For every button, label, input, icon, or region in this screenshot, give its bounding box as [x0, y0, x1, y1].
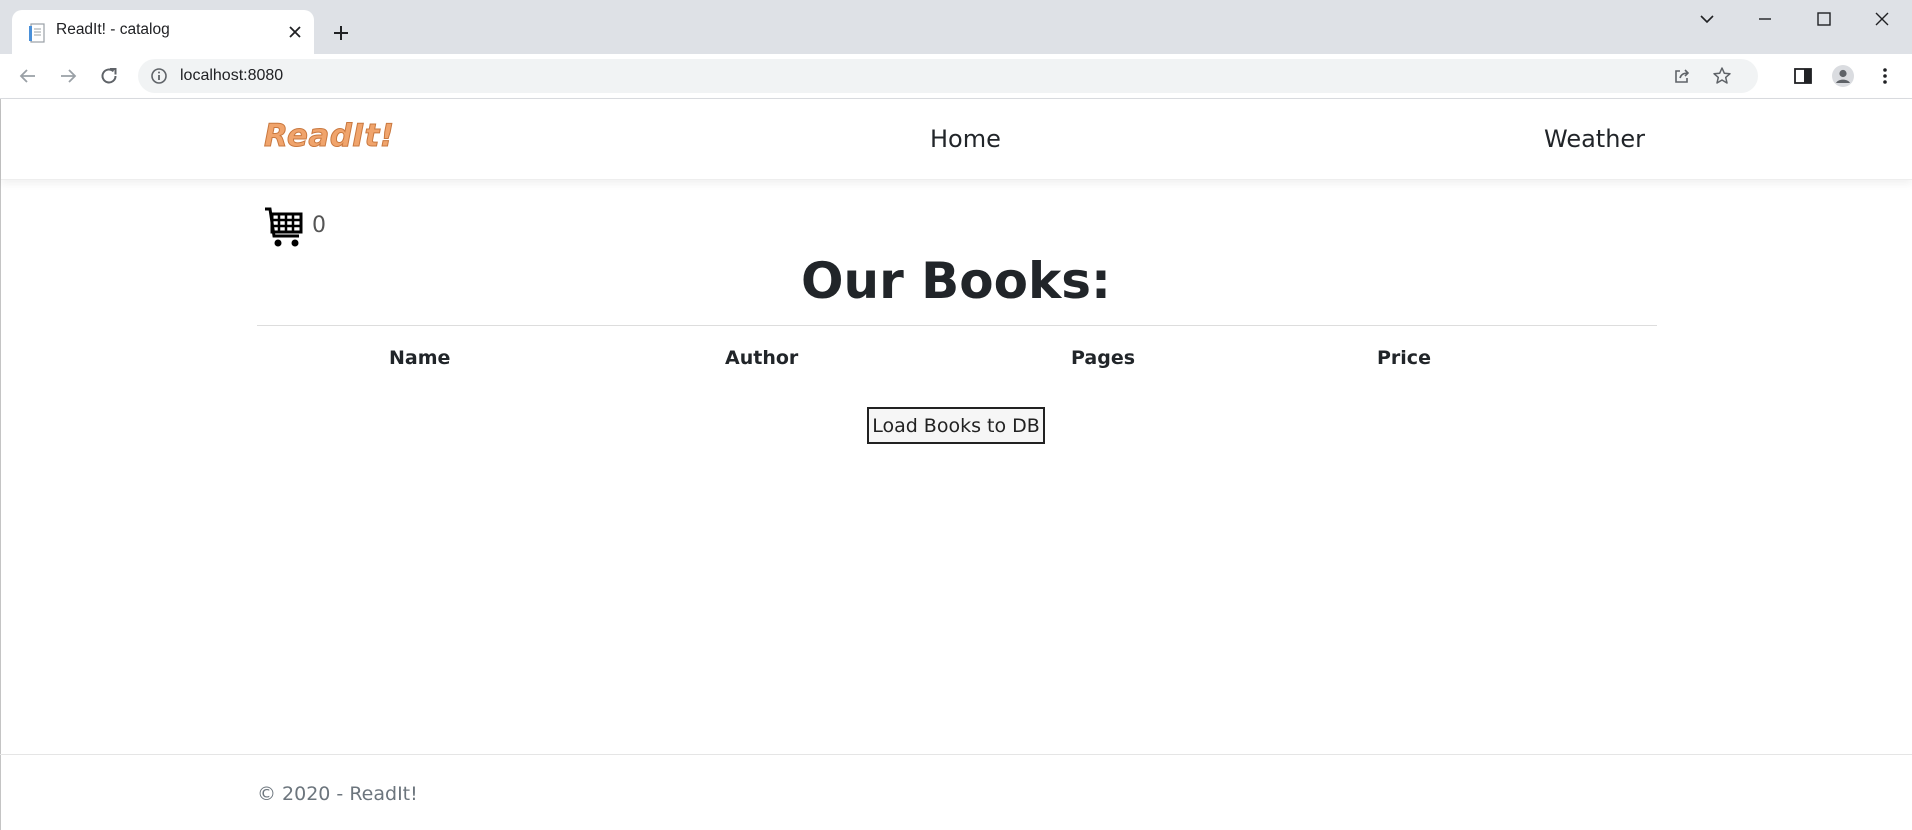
window-close-icon[interactable] — [1863, 6, 1901, 32]
nav-link-weather[interactable]: Weather — [1544, 125, 1645, 153]
address-bar[interactable]: localhost:8080 — [138, 59, 1758, 93]
plus-icon[interactable] — [327, 19, 355, 47]
close-icon[interactable] — [284, 21, 306, 43]
url-text[interactable]: localhost:8080 — [180, 67, 283, 85]
more-vert-icon[interactable] — [1873, 64, 1897, 88]
chevron-down-icon[interactable] — [1688, 6, 1726, 32]
cart-count: 0 — [312, 213, 326, 238]
maximize-icon[interactable] — [1805, 6, 1843, 32]
divider — [257, 325, 1657, 326]
load-books-button[interactable]: Load Books to DB — [867, 407, 1045, 444]
browser-tab-strip: ReadIt! - catalog — [0, 0, 1912, 54]
back-arrow-icon[interactable] — [16, 64, 40, 88]
column-header-name: Name — [389, 347, 451, 369]
star-icon[interactable] — [1712, 66, 1732, 86]
column-header-price: Price — [1377, 347, 1431, 369]
forward-arrow-icon[interactable] — [56, 64, 80, 88]
nav-link-home[interactable]: Home — [930, 125, 1001, 153]
info-icon[interactable] — [150, 67, 168, 85]
footer-divider — [0, 754, 1912, 755]
tab-title: ReadIt! - catalog — [56, 21, 170, 38]
page-title: Our Books: — [801, 252, 1111, 310]
document-favicon-icon — [29, 23, 45, 43]
minimize-icon[interactable] — [1746, 6, 1784, 32]
side-panel-icon[interactable] — [1791, 64, 1815, 88]
profile-icon[interactable] — [1831, 64, 1855, 88]
address-toolbar: localhost:8080 — [0, 54, 1912, 99]
column-header-author: Author — [725, 347, 799, 369]
footer-copyright: © 2020 - ReadIt! — [257, 783, 418, 805]
browser-tab-active[interactable]: ReadIt! - catalog — [12, 10, 314, 54]
reload-icon[interactable] — [97, 64, 121, 88]
column-header-pages: Pages — [1071, 347, 1136, 369]
shopping-cart-icon[interactable] — [264, 206, 304, 248]
brand-logo[interactable]: ReadIt! — [263, 118, 394, 155]
share-icon[interactable] — [1672, 66, 1692, 86]
site-navbar: ReadIt! Home Weather — [1, 99, 1912, 180]
